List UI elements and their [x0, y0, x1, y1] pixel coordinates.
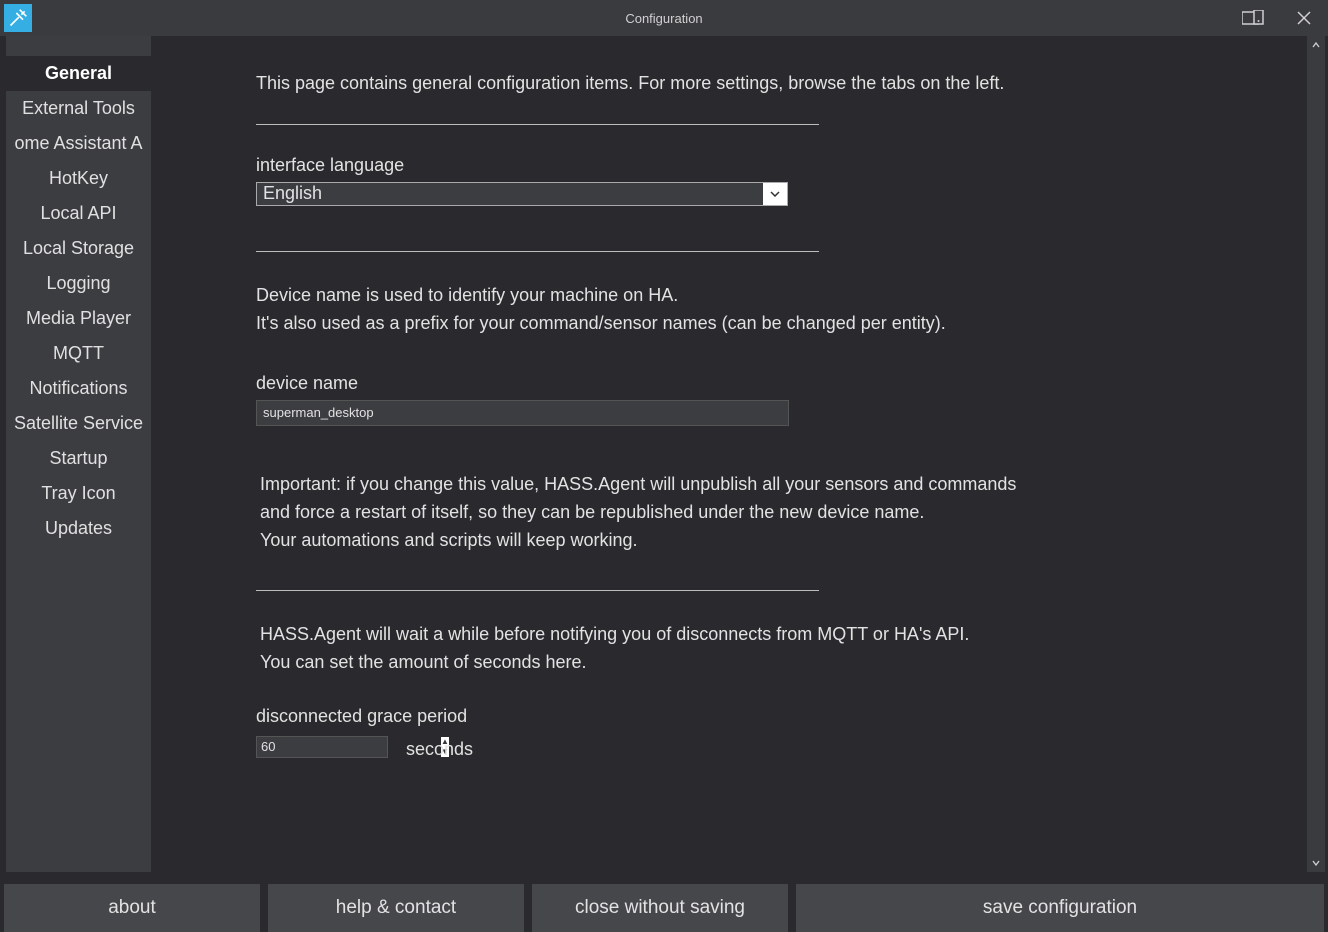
- close-without-saving-button[interactable]: close without saving: [532, 884, 788, 932]
- grace-period-input[interactable]: ▲ ▼: [256, 736, 388, 758]
- sidebar-item-startup[interactable]: Startup: [6, 441, 151, 476]
- window-title: Configuration: [0, 11, 1328, 26]
- sidebar-item-local-storage[interactable]: Local Storage: [6, 231, 151, 266]
- content-panel: This page contains general configuration…: [151, 36, 1328, 872]
- sidebar-item-updates[interactable]: Updates: [6, 511, 151, 546]
- sidebar-item-mqtt[interactable]: MQTT: [6, 336, 151, 371]
- language-combo-value[interactable]: English: [257, 183, 763, 205]
- device-name-label: device name: [256, 373, 1298, 394]
- help-contact-button[interactable]: help & contact: [268, 884, 524, 932]
- divider: [256, 590, 819, 591]
- important-note: Important: if you change this value, HAS…: [256, 471, 1298, 555]
- device-name-description: Device name is used to identify your mac…: [256, 282, 1298, 338]
- divider: [256, 251, 819, 252]
- disconnect-description: HASS.Agent will wait a while before noti…: [256, 621, 1298, 677]
- app-icon: [4, 4, 32, 32]
- grace-period-label: disconnected grace period: [256, 706, 1298, 727]
- sidebar-item-satellite-service[interactable]: Satellite Service: [6, 406, 151, 441]
- scrollbar[interactable]: [1307, 36, 1325, 872]
- sidebar-item-local-api[interactable]: Local API: [6, 196, 151, 231]
- sidebar-item-logging[interactable]: Logging: [6, 266, 151, 301]
- language-label: interface language: [256, 155, 1298, 176]
- footer-button-bar: about help & contact close without savin…: [4, 884, 1324, 932]
- sidebar-item-tray-icon[interactable]: Tray Icon: [6, 476, 151, 511]
- scroll-down-icon[interactable]: [1307, 854, 1325, 872]
- seconds-label: seconds: [406, 733, 473, 760]
- sidebar-item-media-player[interactable]: Media Player: [6, 301, 151, 336]
- divider: [256, 124, 819, 125]
- language-combo[interactable]: English: [256, 182, 788, 206]
- sidebar: General External Tools ome Assistant A H…: [6, 36, 151, 872]
- intro-text: This page contains general configuration…: [256, 71, 1298, 96]
- chevron-down-icon[interactable]: [763, 183, 787, 205]
- sidebar-item-general[interactable]: General: [6, 56, 151, 91]
- scroll-up-icon[interactable]: [1307, 36, 1325, 54]
- sidebar-item-external-tools[interactable]: External Tools: [6, 91, 151, 126]
- device-name-input[interactable]: [256, 400, 789, 426]
- about-button[interactable]: about: [4, 884, 260, 932]
- scroll-track[interactable]: [1307, 54, 1325, 854]
- save-configuration-button[interactable]: save configuration: [796, 884, 1324, 932]
- sidebar-item-notifications[interactable]: Notifications: [6, 371, 151, 406]
- sidebar-item-home-assistant-api[interactable]: ome Assistant A: [6, 126, 151, 161]
- titlebar: Configuration: [0, 0, 1328, 36]
- sidebar-item-hotkey[interactable]: HotKey: [6, 161, 151, 196]
- close-icon[interactable]: [1288, 2, 1320, 34]
- device-indicator-icon[interactable]: [1242, 10, 1264, 26]
